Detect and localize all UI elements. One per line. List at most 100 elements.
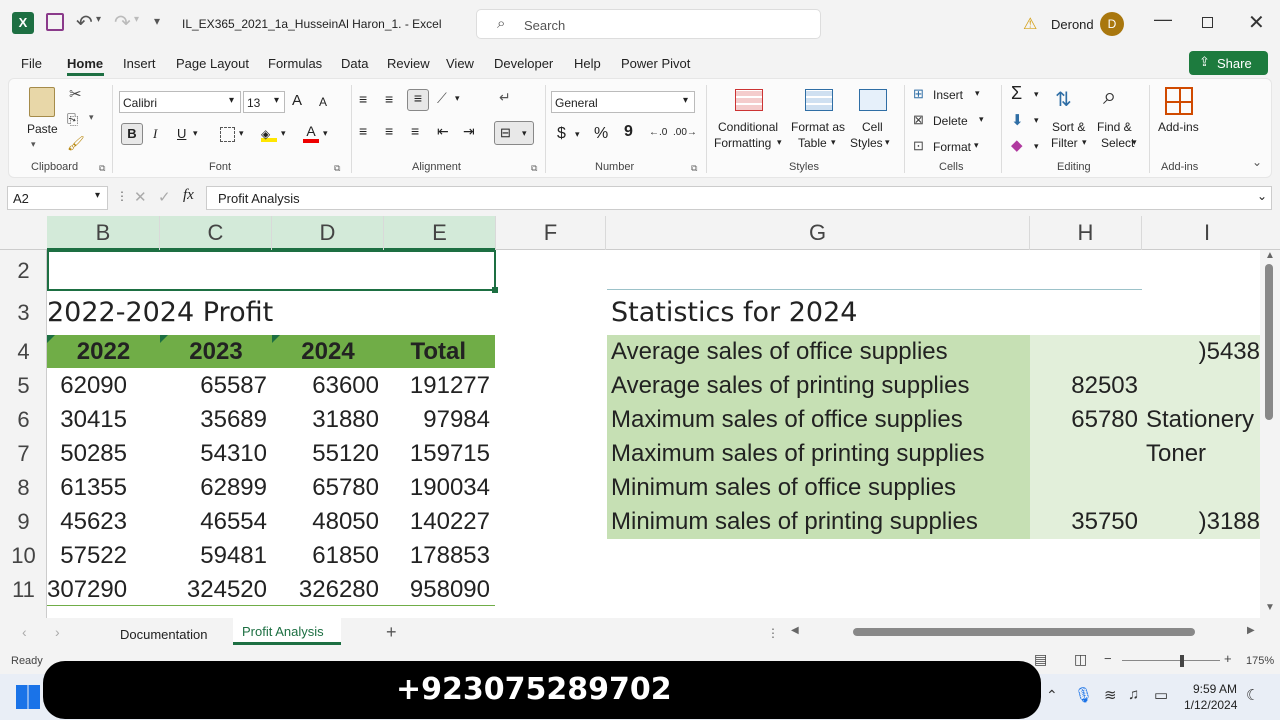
zoom-out-icon[interactable]: − bbox=[1104, 651, 1112, 666]
scroll-up-icon[interactable]: ▲ bbox=[1265, 250, 1275, 261]
stats-value-h[interactable] bbox=[1030, 437, 1138, 471]
battery-icon[interactable]: ▭ bbox=[1154, 686, 1168, 704]
stats-value-i[interactable] bbox=[1146, 471, 1260, 505]
name-box[interactable]: A2 ▾ bbox=[7, 186, 108, 210]
add-sheet-icon[interactable]: + bbox=[386, 622, 397, 643]
stats-value-i[interactable]: Toner bbox=[1146, 437, 1206, 471]
percent-icon[interactable]: % bbox=[594, 125, 608, 143]
copy-dropdown-icon[interactable]: ▾ bbox=[89, 112, 94, 123]
wifi-icon[interactable]: ≋ bbox=[1104, 686, 1117, 704]
table-cell[interactable]: 54310 bbox=[160, 437, 267, 471]
find-select-label2[interactable]: Select bbox=[1101, 136, 1134, 150]
comma-style-icon[interactable]: 9 bbox=[624, 123, 633, 141]
collapse-ribbon-icon[interactable]: ⌄ bbox=[1252, 155, 1262, 169]
format-as-table-icon[interactable] bbox=[805, 89, 833, 111]
underline-button[interactable]: U bbox=[177, 126, 186, 141]
font-size-box[interactable]: 13 ▾ bbox=[243, 91, 285, 113]
avatar[interactable]: D bbox=[1100, 12, 1124, 36]
format-cells-label[interactable]: Format bbox=[933, 140, 971, 154]
next-sheet-icon[interactable]: › bbox=[55, 624, 60, 640]
insert-cells-label[interactable]: Insert bbox=[933, 88, 963, 102]
autosum-icon[interactable]: Σ bbox=[1011, 83, 1022, 104]
align-right-icon[interactable]: ≡ bbox=[411, 123, 419, 139]
cell-styles-label[interactable]: Cell bbox=[862, 120, 883, 134]
user-name[interactable]: Derond bbox=[1051, 17, 1094, 32]
orientation-dropdown-icon[interactable]: ▾ bbox=[455, 93, 460, 104]
table-cell[interactable]: 62090 bbox=[47, 369, 127, 403]
table-cell[interactable]: 65587 bbox=[160, 369, 267, 403]
zoom-slider-thumb[interactable] bbox=[1180, 655, 1184, 667]
number-format-box[interactable]: General ▾ bbox=[551, 91, 695, 113]
table-title[interactable]: 2022-2024 Profit bbox=[47, 296, 273, 330]
font-color-dropdown-icon[interactable]: ▾ bbox=[323, 128, 328, 139]
col-header-d[interactable]: D bbox=[272, 216, 384, 250]
vertical-scroll-thumb[interactable] bbox=[1265, 264, 1273, 420]
stats-value-i[interactable] bbox=[1146, 369, 1260, 403]
show-hidden-icons[interactable]: ⌃ bbox=[1046, 687, 1058, 704]
fill-color-icon[interactable]: ◈ bbox=[261, 125, 277, 142]
table-cell[interactable]: 57522 bbox=[47, 539, 127, 573]
table-cell[interactable]: 324520 bbox=[160, 573, 267, 607]
wrap-text-icon[interactable]: ↵ bbox=[499, 89, 511, 106]
stats-value-h[interactable]: 35750 bbox=[1030, 505, 1138, 539]
menu-power-pivot[interactable]: Power Pivot bbox=[621, 56, 690, 71]
restore-icon[interactable] bbox=[1202, 17, 1213, 28]
stats-label[interactable]: Maximum sales of printing supplies bbox=[611, 437, 985, 471]
align-center-icon[interactable]: ≡ bbox=[385, 123, 393, 139]
scroll-left-icon[interactable]: ◀ bbox=[791, 625, 799, 636]
zoom-level[interactable]: 175% bbox=[1246, 655, 1274, 667]
page-break-view-icon[interactable]: ◫ bbox=[1074, 651, 1087, 668]
row-header-8[interactable]: 8 bbox=[0, 471, 47, 505]
cancel-entry-icon[interactable]: ✕ bbox=[134, 188, 147, 206]
scroll-down-icon[interactable]: ▼ bbox=[1265, 602, 1275, 613]
increase-indent-icon[interactable]: ⇥ bbox=[463, 123, 475, 140]
stats-value-h[interactable]: 82503 bbox=[1030, 369, 1138, 403]
zoom-in-icon[interactable]: + bbox=[1224, 651, 1232, 666]
fill-handle[interactable] bbox=[492, 287, 498, 293]
table-cell[interactable]: 50285 bbox=[47, 437, 127, 471]
font-launcher-icon[interactable]: ⧉ bbox=[334, 163, 340, 174]
borders-icon[interactable] bbox=[220, 127, 235, 142]
table-cell[interactable]: 191277 bbox=[384, 369, 490, 403]
stats-value-i[interactable]: Stationery bbox=[1146, 403, 1260, 437]
insert-cells-icon[interactable]: ⊞ bbox=[913, 86, 924, 102]
row-header-10[interactable]: 10 bbox=[0, 539, 47, 573]
stats-value-i[interactable]: 3188( bbox=[1142, 505, 1260, 539]
sort-filter-icon[interactable]: ⇅ bbox=[1055, 87, 1072, 112]
sort-filter-label[interactable]: Sort & bbox=[1052, 120, 1085, 134]
col-header-b[interactable]: B bbox=[47, 216, 160, 250]
copy-icon[interactable]: ⎘ bbox=[67, 111, 78, 128]
find-select-icon[interactable]: ⌕ bbox=[1103, 83, 1116, 111]
format-as-table-label[interactable]: Format as bbox=[791, 120, 845, 134]
clock-time[interactable]: 9:59 AM bbox=[1193, 682, 1237, 696]
table-cell[interactable]: 307290 bbox=[47, 573, 127, 607]
tab-splitter-icon[interactable]: ⋮ bbox=[767, 626, 779, 640]
table-cell[interactable]: 62899 bbox=[160, 471, 267, 505]
autosum-dropdown-icon[interactable]: ▾ bbox=[1034, 89, 1039, 100]
stats-title[interactable]: Statistics for 2024 bbox=[611, 296, 857, 330]
header-2023[interactable]: 2023 bbox=[160, 335, 272, 369]
clock-date[interactable]: 1/12/2024 bbox=[1184, 698, 1237, 712]
minimize-icon[interactable]: — bbox=[1154, 9, 1172, 30]
sort-filter-label2[interactable]: Filter bbox=[1051, 136, 1078, 150]
col-header-e[interactable]: E bbox=[384, 216, 496, 250]
fill-dropdown-icon[interactable]: ▾ bbox=[1034, 115, 1039, 126]
table-cell[interactable]: 59481 bbox=[160, 539, 267, 573]
header-2024[interactable]: 2024 bbox=[272, 335, 384, 369]
underline-dropdown-icon[interactable]: ▾ bbox=[193, 128, 198, 139]
customize-qat-icon[interactable]: ▾ bbox=[154, 14, 160, 28]
font-color-icon[interactable]: A bbox=[303, 123, 319, 143]
undo-icon[interactable]: ↶ bbox=[76, 10, 93, 35]
find-select-label[interactable]: Find & bbox=[1097, 120, 1132, 134]
undo-dropdown-icon[interactable]: ▾ bbox=[96, 14, 101, 25]
page-layout-view-icon[interactable]: ▤ bbox=[1034, 651, 1047, 668]
clear-icon[interactable]: ◆ bbox=[1011, 136, 1023, 154]
conditional-formatting-label[interactable]: Conditional bbox=[718, 120, 778, 134]
delete-cells-dropdown-icon[interactable]: ▾ bbox=[979, 114, 984, 125]
row-header-3[interactable]: 3 bbox=[0, 296, 47, 330]
paste-dropdown-icon[interactable]: ▾ bbox=[31, 139, 36, 150]
menu-insert[interactable]: Insert bbox=[123, 56, 156, 71]
menu-file[interactable]: File bbox=[21, 56, 42, 71]
insert-function-icon[interactable]: fx bbox=[183, 187, 194, 204]
header-2022[interactable]: 2022 bbox=[47, 335, 160, 369]
